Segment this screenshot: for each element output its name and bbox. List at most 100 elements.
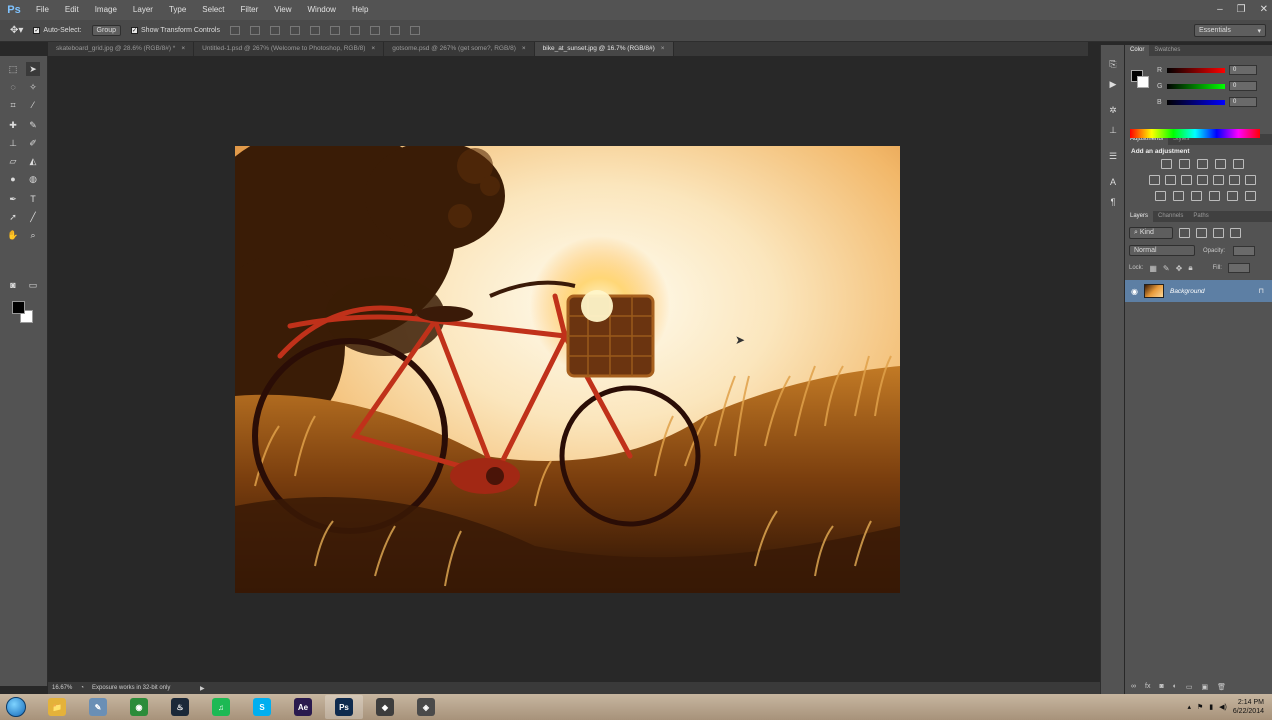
tab-swatches[interactable]: Swatches [1149, 45, 1185, 56]
green-value[interactable]: 0 [1229, 81, 1257, 91]
close-button[interactable]: ✕ [1260, 0, 1268, 20]
layer-kind-filter[interactable]: ⌕ Kind [1129, 227, 1173, 239]
selective-color-icon[interactable] [1209, 191, 1220, 201]
layer-mask-icon[interactable]: ◙ [1159, 683, 1163, 691]
gradient-triangle-icon[interactable] [1233, 159, 1244, 169]
blend-mode-dropdown[interactable]: Normal [1129, 245, 1195, 256]
red-slider[interactable] [1167, 67, 1225, 73]
hue-saturation-icon[interactable] [1165, 175, 1176, 185]
layer-row-background[interactable]: ◉ Background ⊓ [1125, 280, 1272, 302]
minimize-button[interactable]: – [1217, 0, 1223, 20]
red-value[interactable]: 0 [1229, 65, 1257, 75]
quick-mask-icon[interactable]: ◙ [6, 278, 20, 292]
tab-skateboard-grid[interactable]: skateboard_grid.jpg @ 28.6% (RGB/8#) * × [48, 42, 195, 56]
taskbar-app-tool-b[interactable]: ◈ [407, 695, 445, 719]
tray-chevron-icon[interactable]: ▴ [1187, 703, 1191, 711]
tab-gotsome[interactable]: gotsome.psd @ 267% (get some?, RGB/8) × [384, 42, 535, 56]
align-bottom-icon[interactable] [270, 26, 280, 35]
threshold-icon[interactable] [1191, 191, 1202, 201]
hand-tool-icon[interactable]: ✋ [6, 228, 20, 242]
eye-visibility-icon[interactable]: ◉ [1131, 287, 1138, 296]
close-icon[interactable]: × [661, 45, 665, 52]
menu-window[interactable]: Window [300, 0, 344, 20]
tab-bike-at-sunset[interactable]: bike_at_sunset.jpg @ 16.7% (RGB/8#) × [534, 42, 674, 56]
taskbar-app-notepad[interactable]: ✎ [79, 695, 117, 719]
align-right-icon[interactable] [330, 26, 340, 35]
taskbar-app-spotify[interactable]: ♫ [202, 695, 240, 719]
menu-file[interactable]: File [28, 0, 57, 20]
brush-settings-icon[interactable]: ✲ [1107, 105, 1119, 117]
tab-paths[interactable]: Paths [1188, 211, 1213, 222]
history-brush-tool-icon[interactable]: ✐ [26, 136, 40, 150]
auto-align-icon[interactable] [410, 26, 420, 35]
crop-tool-icon[interactable]: ⌗ [6, 98, 20, 112]
align-vcenter-icon[interactable] [250, 26, 260, 35]
brush-tool-icon[interactable]: ✎ [26, 118, 40, 132]
invert-icon[interactable] [1155, 191, 1166, 201]
properties-panel-icon[interactable]: ☰ [1107, 151, 1119, 163]
posterize-icon[interactable] [1173, 191, 1184, 201]
levels-icon[interactable] [1179, 159, 1190, 169]
menu-type[interactable]: Type [161, 0, 194, 20]
close-icon[interactable]: × [371, 45, 375, 52]
blur-tool-icon[interactable]: ● [6, 172, 20, 186]
status-menu-arrow[interactable]: ▶ [200, 685, 205, 692]
blue-value[interactable]: 0 [1229, 97, 1257, 107]
new-layer-icon[interactable]: ▣ [1202, 683, 1209, 691]
lock-pixels-icon[interactable]: ▦ [1149, 264, 1157, 273]
brightness-contrast-icon[interactable] [1161, 159, 1172, 169]
new-group-icon[interactable]: ▭ [1186, 683, 1193, 691]
close-icon[interactable]: × [522, 45, 526, 52]
filter-shape-icon[interactable] [1230, 228, 1241, 238]
vibrance-icon[interactable] [1149, 175, 1160, 185]
taskbar-app-photoshop[interactable]: Ps [325, 695, 363, 719]
lock-image-icon[interactable]: ✎ [1163, 264, 1170, 273]
background-swatch[interactable] [1137, 76, 1149, 88]
show-transform-checkbox[interactable]: ✓ Show Transform Controls [131, 27, 220, 34]
auto-select-checkbox[interactable]: ✓ Auto-Select: [33, 27, 82, 34]
distribute-top-icon[interactable] [350, 26, 360, 35]
screen-mode-icon[interactable]: ▭ [26, 278, 40, 292]
clone-stamp-tool-icon[interactable]: ⊥ [6, 136, 20, 150]
color-balance-icon[interactable] [1181, 175, 1192, 185]
type-tool-icon[interactable]: T [26, 192, 40, 206]
network-icon[interactable]: ▮ [1209, 703, 1213, 711]
flag-icon[interactable]: ⚑ [1197, 703, 1203, 711]
menu-edit[interactable]: Edit [57, 0, 87, 20]
foreground-color-swatch[interactable] [12, 301, 25, 314]
restore-button[interactable]: ❐ [1237, 0, 1246, 20]
start-button[interactable] [0, 694, 32, 720]
color-spectrum-bar[interactable] [1130, 129, 1260, 138]
lock-position-icon[interactable]: ✥ [1176, 264, 1183, 273]
layer-style-icon[interactable]: fx [1145, 683, 1150, 691]
zoom-level[interactable]: 16.67% [52, 685, 72, 691]
channel-mixer-icon[interactable] [1229, 175, 1240, 185]
taskbar-app-skype[interactable]: S [243, 695, 281, 719]
quick-select-tool-icon[interactable]: ✧ [26, 80, 40, 94]
eraser-tool-icon[interactable]: ▱ [6, 154, 20, 168]
taskbar-app-explorer[interactable]: 📁 [38, 695, 76, 719]
menu-image[interactable]: Image [87, 0, 125, 20]
blue-slider[interactable] [1167, 99, 1225, 105]
curves-icon[interactable] [1197, 159, 1208, 169]
dodge-tool-icon[interactable]: ◍ [26, 172, 40, 186]
adjustment-extra-icon[interactable] [1245, 191, 1256, 201]
clone-source-icon[interactable]: ⊥ [1107, 125, 1119, 137]
fill-field[interactable] [1227, 263, 1250, 273]
line-tool-icon[interactable]: ╱ [26, 210, 40, 224]
distribute-vcenter-icon[interactable] [370, 26, 380, 35]
auto-select-dropdown[interactable]: Group [91, 25, 122, 36]
menu-layer[interactable]: Layer [125, 0, 161, 20]
taskbar-app-after-effects[interactable]: Ae [284, 695, 322, 719]
canvas-area[interactable]: ➤ [48, 56, 1088, 682]
lock-all-icon[interactable]: 🔒︎ [1188, 263, 1192, 273]
lasso-tool-icon[interactable]: ◌ [6, 80, 20, 94]
close-icon[interactable]: × [181, 45, 185, 52]
black-white-icon[interactable] [1197, 175, 1208, 185]
menu-select[interactable]: Select [194, 0, 232, 20]
gradient-map-icon[interactable] [1227, 191, 1238, 201]
new-adjustment-icon[interactable]: ◐ [1173, 683, 1177, 691]
trash-icon[interactable]: 🗑︎ [1217, 683, 1226, 691]
tab-layers[interactable]: Layers [1125, 211, 1154, 222]
tab-channels[interactable]: Channels [1153, 211, 1188, 222]
